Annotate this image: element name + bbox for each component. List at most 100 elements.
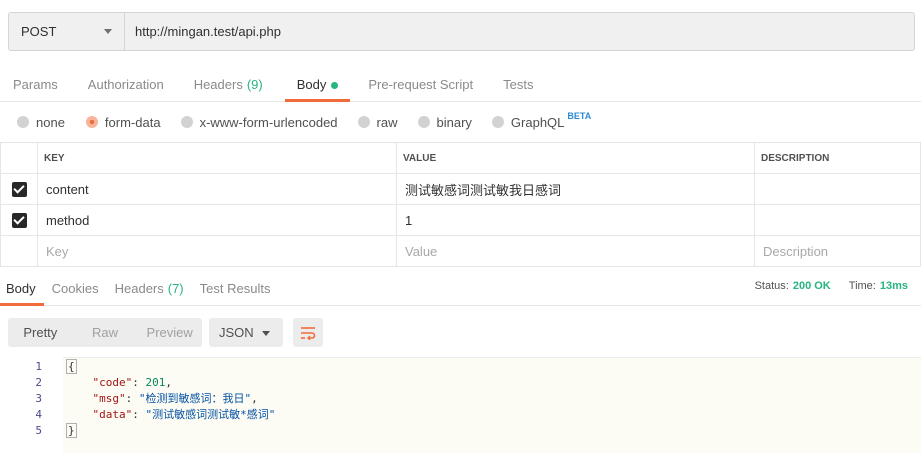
table-header-row: KEY VALUE DESCRIPTION (0, 142, 921, 174)
tab-authorization[interactable]: Authorization (88, 70, 164, 101)
json-key: "code" (92, 376, 133, 389)
value-placeholder[interactable]: Value (396, 235, 755, 267)
radio-none[interactable]: none (17, 115, 65, 130)
key-placeholder[interactable]: Key (37, 235, 397, 267)
tab-headers[interactable]: Headers (9) (194, 70, 263, 101)
status-label: Status: (754, 280, 789, 292)
code-line: } (66, 423, 275, 439)
tab-label: Headers (193, 77, 243, 92)
tab-label: Cookies (51, 280, 99, 296)
response-tab-body[interactable]: Body (0, 271, 44, 306)
radio-label: form-data (104, 114, 161, 130)
radio-form-data[interactable]: form-data (85, 114, 161, 130)
description-cell[interactable] (754, 204, 921, 236)
json-trail: , (251, 392, 258, 405)
raw-button[interactable]: Raw (73, 318, 138, 347)
format-select[interactable]: JSON (209, 318, 283, 347)
radio-label: raw (376, 114, 398, 130)
method-select[interactable]: POST (9, 13, 125, 50)
method-label: POST (21, 24, 57, 39)
radio-raw[interactable]: raw (357, 114, 398, 130)
headers-count: (7) (167, 280, 184, 296)
value-cell[interactable]: 测试敏感词测试敏我日感词 (396, 173, 755, 205)
table-row: content 测试敏感词测试敏我日感词 (0, 173, 921, 205)
radio-icon (357, 116, 370, 128)
tab-pre-request-script[interactable]: Pre-request Script (368, 70, 473, 101)
line-number: 4 (35, 408, 42, 421)
wrap-lines-button[interactable] (293, 318, 323, 347)
params-table: KEY VALUE DESCRIPTION content 测试敏感词测试敏我日… (0, 142, 921, 267)
tab-label: Body (296, 77, 327, 92)
chevron-down-icon (262, 331, 270, 336)
url-text: http://mingan.test/api.php (135, 24, 281, 39)
checkbox-checked-icon[interactable] (11, 182, 27, 198)
tab-label: Body (6, 280, 36, 296)
request-bar: POST http://mingan.test/api.php (8, 12, 915, 51)
table-row-new: Key Value Description (0, 235, 921, 267)
key-cell[interactable]: content (37, 173, 397, 205)
response-body-viewer[interactable]: 1 2 3 4 5 { "code": 201, "msg": "检测到敏感词：… (0, 357, 921, 453)
json-value: "测试敏感词测试敏*感词" (145, 408, 276, 421)
code-lines: { "code": 201, "msg": "检测到敏感词：我日", "data… (66, 359, 275, 439)
row-checkbox-cell[interactable] (0, 173, 38, 205)
row-checkbox-cell[interactable] (0, 204, 38, 236)
body-type-options: none form-data x-www-form-urlencoded raw… (0, 104, 591, 140)
description-placeholder[interactable]: Description (754, 235, 921, 267)
radio-binary[interactable]: binary (417, 114, 472, 130)
value-cell[interactable]: 1 (396, 204, 755, 236)
radio-graphql[interactable]: GraphQL BETA (491, 111, 591, 130)
preview-button[interactable]: Preview (137, 318, 202, 347)
time-value[interactable]: 13ms (880, 280, 908, 292)
row-checkbox-cell (0, 235, 38, 267)
status-dot-icon (331, 82, 339, 89)
chevron-down-icon (104, 29, 112, 34)
radio-x-www-form-urlencoded[interactable]: x-www-form-urlencoded (180, 114, 338, 130)
radio-label: binary (436, 114, 472, 130)
response-tab-cookies[interactable]: Cookies (52, 271, 99, 305)
radio-icon (180, 116, 193, 128)
radio-icon (17, 116, 29, 128)
format-label: JSON (219, 325, 254, 340)
open-brace: { (66, 359, 77, 374)
tab-label: Pre-request Script (368, 77, 474, 92)
json-key: "data" (92, 408, 133, 421)
checkbox-column-header (0, 142, 38, 174)
json-key: "msg" (92, 392, 126, 405)
line-number: 1 (35, 360, 42, 373)
response-tab-headers[interactable]: Headers (7) (115, 271, 184, 305)
radio-label: none (36, 114, 65, 130)
radio-label: GraphQL (510, 114, 565, 130)
tab-params[interactable]: Params (13, 70, 58, 101)
code-line: "msg": "检测到敏感词：我日", (92, 392, 258, 405)
tab-tests[interactable]: Tests (503, 70, 533, 101)
response-status: Status: 200 OK Time: 13ms (755, 280, 908, 292)
key-cell[interactable]: method (37, 204, 397, 236)
line-number: 3 (35, 392, 42, 405)
status-value[interactable]: 200 OK (793, 280, 831, 292)
description-cell[interactable] (754, 173, 921, 205)
code-line: "data": "测试敏感词测试敏*感词" (92, 408, 276, 421)
pretty-button[interactable]: Pretty (8, 318, 73, 347)
column-header-key: KEY (37, 142, 397, 174)
line-number-gutter: 1 2 3 4 5 (0, 359, 42, 439)
json-value: "检测到敏感词：我日" (138, 392, 252, 405)
radio-label: x-www-form-urlencoded (199, 114, 338, 130)
tab-label: Tests (503, 77, 534, 92)
json-trail: , (165, 376, 172, 389)
tab-label: Authorization (87, 77, 164, 92)
table-row: method 1 (0, 204, 921, 236)
tab-label: Headers (114, 280, 164, 296)
tab-body[interactable]: Body (284, 70, 350, 102)
time-label: Time: (848, 280, 876, 292)
beta-badge: BETA (567, 111, 592, 121)
tab-label: Test Results (199, 280, 271, 296)
code-line: "code": 201, (92, 376, 173, 389)
column-header-description: DESCRIPTION (754, 142, 921, 174)
radio-icon (417, 116, 430, 128)
close-brace: } (66, 423, 77, 438)
url-input[interactable]: http://mingan.test/api.php (125, 13, 914, 50)
checkbox-checked-icon[interactable] (11, 213, 27, 229)
json-value: 201 (145, 376, 166, 389)
response-tab-test-results[interactable]: Test Results (200, 271, 271, 305)
request-tabs: Params Authorization Headers (9) Body Pr… (0, 70, 921, 102)
